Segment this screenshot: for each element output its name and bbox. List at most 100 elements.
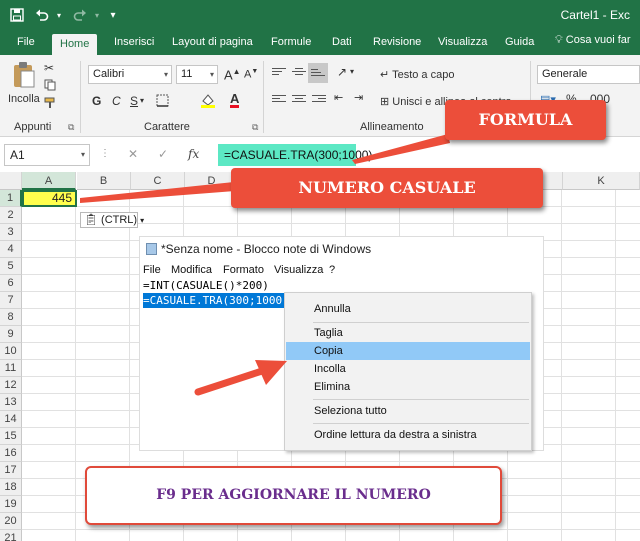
underline-button[interactable]: S (130, 94, 138, 108)
row-header-18[interactable]: 18 (0, 479, 22, 496)
paste-button[interactable]: Incolla (8, 93, 40, 105)
row-header-11[interactable]: 11 (0, 360, 22, 377)
menu-separator (313, 399, 529, 400)
row-header-16[interactable]: 16 (0, 445, 22, 462)
align-top-icon[interactable] (272, 68, 286, 79)
row-header-9[interactable]: 9 (0, 326, 22, 343)
format-painter-icon[interactable] (44, 97, 56, 112)
notepad-menu-help[interactable]: ? (329, 264, 335, 276)
italic-button[interactable]: C (112, 94, 121, 108)
notepad-text-line[interactable]: =INT(CASUALE()*200) (143, 278, 269, 293)
font-family-value: Calibri (93, 68, 125, 80)
decrease-indent-icon[interactable]: ⇤ (334, 91, 343, 104)
row-header-8[interactable]: 8 (0, 309, 22, 326)
notepad-menu-file[interactable]: File (143, 264, 161, 276)
row-header-21[interactable]: 21 (0, 530, 22, 541)
tab-data[interactable]: Dati (332, 34, 352, 55)
menu-item-copy[interactable]: Copia (286, 342, 530, 360)
row-header-15[interactable]: 15 (0, 428, 22, 445)
enter-icon[interactable]: ✓ (158, 147, 168, 161)
tab-file[interactable]: File (17, 34, 35, 55)
customize-icon[interactable]: ▾ (106, 6, 120, 24)
tab-help[interactable]: Guida (505, 34, 534, 55)
font-color-icon[interactable]: A (230, 92, 240, 108)
row-header-19[interactable]: 19 (0, 496, 22, 513)
row-header-20[interactable]: 20 (0, 513, 22, 530)
bold-button[interactable]: G (92, 94, 101, 108)
row-header-17[interactable]: 17 (0, 462, 22, 479)
align-middle-icon[interactable] (292, 68, 306, 79)
notepad-title-row: *Senza nome - Blocco note di Windows (146, 242, 371, 256)
undo-icon[interactable] (32, 6, 52, 24)
row-header-12[interactable]: 12 (0, 377, 22, 394)
tell-me-box[interactable]: 💡︎ Cosa vuoi far (555, 34, 631, 47)
increase-indent-icon[interactable]: ⇥ (354, 91, 363, 104)
chevron-down-icon[interactable]: ▾ (140, 96, 144, 105)
row-header-4[interactable]: 4 (0, 241, 22, 258)
row-header-6[interactable]: 6 (0, 275, 22, 292)
align-bottom-button[interactable] (308, 63, 328, 83)
paste-options-button[interactable]: 📋︎ (CTRL) ▾ (80, 212, 144, 228)
dialog-launcher-icon[interactable]: ⧉ (68, 122, 74, 133)
tell-me-label: Cosa vuoi far (565, 34, 631, 46)
lightbulb-icon: 💡︎ (555, 34, 563, 46)
tab-formulas[interactable]: Formule (271, 34, 311, 55)
menu-item-select-all[interactable]: Seleziona tutto (286, 402, 530, 420)
column-header-c[interactable]: C (131, 172, 185, 190)
insert-function-button[interactable]: fx (188, 147, 199, 161)
row-header-2[interactable]: 2 (0, 207, 22, 224)
tab-review[interactable]: Revisione (373, 34, 421, 55)
title-bar: ▾ ▾ ▾ Cartel1 - Exc (0, 0, 640, 30)
menu-item-paste[interactable]: Incolla (286, 360, 530, 378)
row-header-7[interactable]: 7 (0, 292, 22, 309)
font-size-select[interactable]: 11 ▾ (176, 65, 218, 84)
formula-input[interactable]: =CASUALE.TRA(300;1000) (218, 144, 372, 166)
row-header-10[interactable]: 10 (0, 343, 22, 360)
column-header-k[interactable]: K (563, 172, 640, 190)
tab-home[interactable]: Home (52, 34, 98, 55)
dialog-launcher-icon[interactable]: ⧉ (252, 122, 258, 133)
align-left-icon[interactable] (272, 95, 286, 106)
notepad-menu-format[interactable]: Formato (223, 264, 264, 276)
row-header-5[interactable]: 5 (0, 258, 22, 275)
font-group-label: Carattere (144, 121, 190, 133)
select-all-corner[interactable] (0, 172, 22, 190)
menu-item-cut[interactable]: Taglia (286, 324, 530, 342)
row-header-14[interactable]: 14 (0, 411, 22, 428)
name-box[interactable]: A1 ▾ (4, 144, 90, 166)
row-header-1[interactable]: 1 (0, 190, 22, 207)
shrink-font-button[interactable]: A▼ (244, 68, 258, 81)
orientation-icon[interactable]: ↗︎ (337, 65, 347, 79)
notepad-menu-view[interactable]: Visualizza (274, 264, 323, 276)
save-icon[interactable] (8, 6, 26, 24)
paste-icon[interactable] (12, 61, 36, 92)
wrap-text-button[interactable]: ↵︎ Testo a capo (380, 68, 454, 81)
cancel-icon[interactable]: ✕ (128, 147, 138, 161)
notepad-selected-line[interactable]: =CASUALE.TRA(300;1000) (143, 293, 291, 308)
notepad-menu-edit[interactable]: Modifica (171, 264, 212, 276)
copy-icon[interactable] (44, 79, 56, 94)
redo-dropdown-icon[interactable]: ▾ (92, 6, 102, 24)
align-center-icon[interactable] (292, 95, 306, 106)
menu-item-undo[interactable]: Annulla (286, 300, 530, 318)
column-header-b[interactable]: B (77, 172, 131, 190)
borders-icon[interactable] (156, 94, 169, 110)
fill-color-icon[interactable] (200, 92, 216, 111)
cell-a1[interactable]: 445 (22, 190, 77, 207)
grow-font-button[interactable]: A▲ (224, 67, 241, 82)
row-header-13[interactable]: 13 (0, 394, 22, 411)
menu-item-delete[interactable]: Elimina (286, 378, 530, 396)
tab-page-layout[interactable]: Layout di pagina (172, 34, 253, 55)
column-header-a[interactable]: A (22, 172, 76, 190)
font-family-select[interactable]: Calibri ▾ (88, 65, 172, 84)
redo-icon[interactable] (70, 6, 90, 24)
menu-item-rtl-reading[interactable]: Ordine lettura da destra a sinistra (286, 426, 530, 444)
number-format-select[interactable]: Generale (537, 65, 640, 84)
cut-icon[interactable]: ✂ (44, 61, 54, 75)
tab-insert[interactable]: Inserisci (114, 34, 154, 55)
row-header-3[interactable]: 3 (0, 224, 22, 241)
align-right-icon[interactable] (312, 95, 326, 106)
undo-dropdown-icon[interactable]: ▾ (54, 6, 64, 24)
chevron-down-icon[interactable]: ▾ (350, 67, 354, 76)
tab-view[interactable]: Visualizza (438, 34, 487, 55)
